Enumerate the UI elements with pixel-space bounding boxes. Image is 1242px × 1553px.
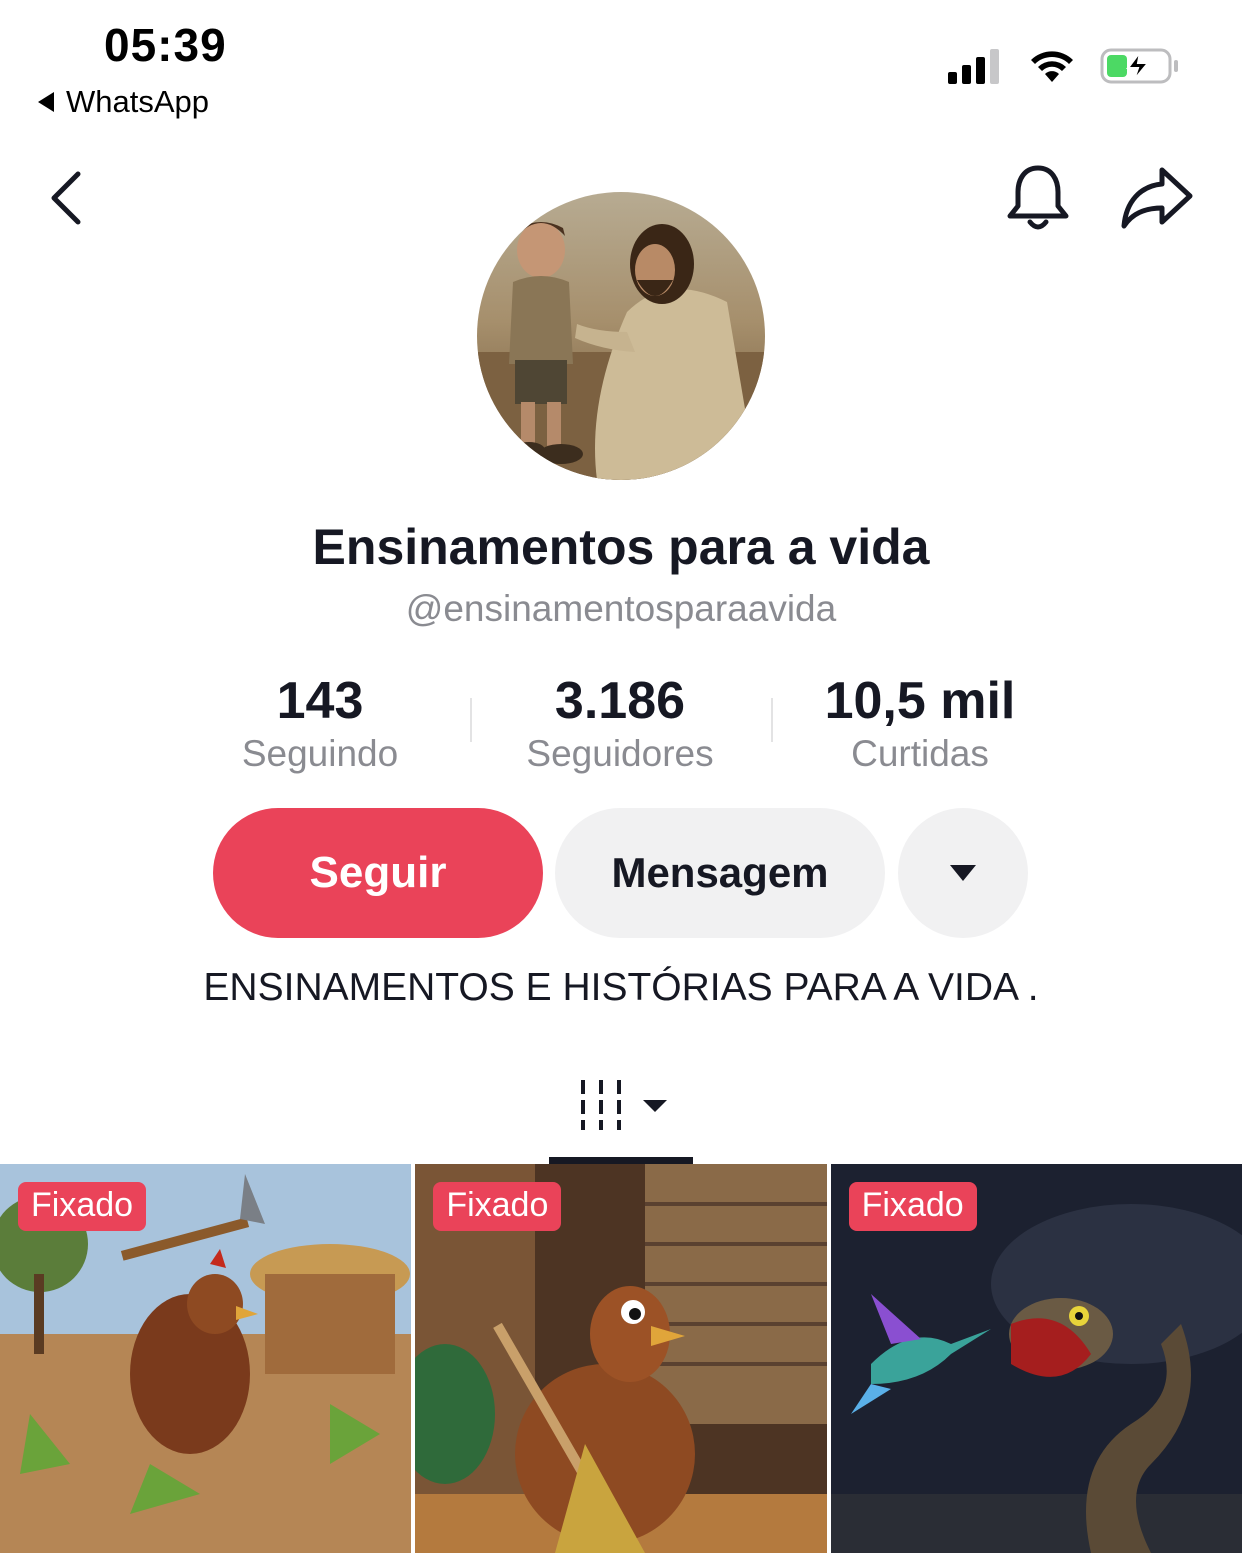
cellular-signal-icon	[948, 49, 999, 84]
video-thumbnail[interactable]: Fixado	[830, 1164, 1242, 1553]
stat-likes-label: Curtidas	[851, 733, 989, 774]
pinned-badge: Fixado	[848, 1182, 977, 1231]
stat-following-label: Seguindo	[241, 733, 399, 774]
videos-tab[interactable]	[549, 1072, 693, 1164]
status-icons	[948, 46, 1180, 86]
bell-icon[interactable]	[1004, 162, 1072, 234]
profile-handle: @ensinamentosparaavida	[405, 588, 837, 629]
pinned-badge: Fixado	[18, 1182, 147, 1231]
battery-charging-icon	[1100, 48, 1178, 84]
pinned-badge: Fixado	[433, 1182, 562, 1231]
profile-bio: ENSINAMENTOS E HISTÓRIAS PARA A VIDA .	[203, 966, 1039, 1009]
grid-lines-icon	[581, 1080, 621, 1130]
share-arrow-icon[interactable]	[1118, 164, 1196, 232]
stat-likes[interactable]: 10,5 mil Curtidas	[770, 670, 1070, 776]
stat-likes-value: 10,5 mil	[824, 672, 1016, 730]
wifi-icon	[1031, 51, 1073, 82]
back-triangle-icon	[38, 92, 54, 112]
stat-followers-value: 3.186	[554, 672, 686, 730]
tab-caret-down-icon	[643, 1100, 667, 1112]
back-app-label: WhatsApp	[66, 84, 210, 119]
stat-followers[interactable]: 3.186 Seguidores	[470, 670, 770, 776]
caret-down-icon	[950, 865, 976, 881]
stat-following[interactable]: 143 Seguindo	[170, 670, 470, 776]
stat-followers-label: Seguidores	[526, 733, 714, 774]
follow-button[interactable]: Seguir	[213, 808, 543, 938]
profile-name: Ensinamentos para a vida	[312, 519, 930, 575]
stat-following-value: 143	[276, 672, 364, 730]
status-time: 05:39	[104, 19, 227, 71]
video-grid: Fixado Fixado Fixado	[0, 1164, 1242, 1553]
video-thumbnail[interactable]: Fixado	[0, 1164, 412, 1553]
tab-active-indicator	[549, 1157, 693, 1164]
more-options-button[interactable]	[898, 808, 1028, 938]
chevron-left-icon[interactable]	[40, 168, 100, 228]
video-thumbnail[interactable]: Fixado	[415, 1164, 827, 1553]
back-to-app-link[interactable]: WhatsApp	[38, 84, 209, 120]
message-button[interactable]: Mensagem	[555, 808, 885, 938]
profile-avatar	[477, 192, 765, 480]
